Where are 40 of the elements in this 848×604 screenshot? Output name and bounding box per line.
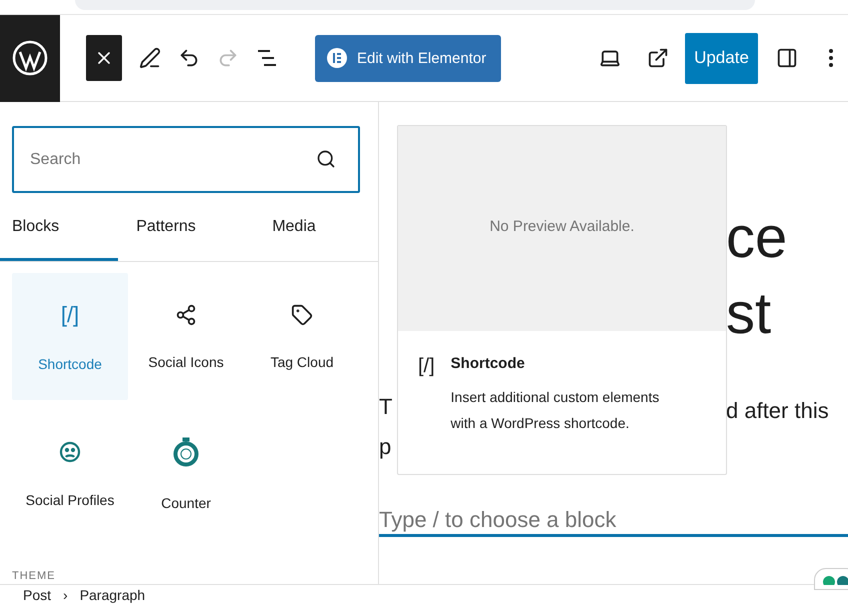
shortcode-glyph: [/] [418, 355, 435, 379]
close-button[interactable] [86, 35, 122, 81]
tag-icon [291, 304, 313, 326]
widget-icon [821, 573, 848, 585]
no-preview-text: No Preview Available. [490, 218, 634, 237]
inserter-tab[interactable]: Patterns [118, 195, 214, 261]
elementor-icon [327, 48, 347, 68]
settings-sidebar-button[interactable] [775, 46, 799, 70]
paragraph-text: p [379, 433, 392, 461]
breadcrumb-item[interactable]: Post [23, 586, 52, 602]
block-item[interactable]: Social Icons [128, 273, 244, 400]
site-logo[interactable] [0, 14, 60, 102]
block-item[interactable]: [/] Shortcode [12, 273, 128, 400]
paragraph-text: T [379, 393, 394, 421]
post-title-text: ce [726, 204, 788, 272]
inserter-tab[interactable]: Blocks [0, 195, 118, 261]
shortcode-glyph: [/] [60, 302, 80, 328]
block-item[interactable]: Counter [128, 410, 244, 537]
breadcrumb-item[interactable]: Paragraph [80, 586, 146, 602]
more-icon [829, 49, 833, 67]
block-description: Insert additional custom elements with a WordPress shortcode. [450, 388, 660, 433]
edit-tool-button[interactable] [138, 46, 162, 70]
update-button[interactable]: Update [685, 32, 758, 84]
section-heading: THEME [12, 570, 56, 584]
breadcrumb-separator: › [63, 586, 68, 602]
wordpress-logo-icon [12, 40, 48, 76]
stopwatch-icon [172, 436, 200, 466]
search-icon [316, 149, 336, 169]
block-title: Shortcode [450, 355, 526, 372]
post-title-text: st [726, 280, 772, 348]
search-field[interactable]: Search [12, 126, 360, 193]
block-item[interactable]: Social Profiles [12, 410, 128, 537]
edit-with-elementor-button[interactable]: Edit with Elementor [315, 34, 501, 82]
sad-face-icon [58, 440, 82, 464]
view-post-button[interactable] [646, 46, 670, 70]
paragraph-text: d after this [726, 397, 829, 425]
inserter-tab[interactable]: Media [214, 195, 374, 261]
share-icon [175, 304, 197, 326]
block-item[interactable]: Tag Cloud [244, 273, 360, 400]
floating-widget[interactable] [814, 568, 848, 590]
